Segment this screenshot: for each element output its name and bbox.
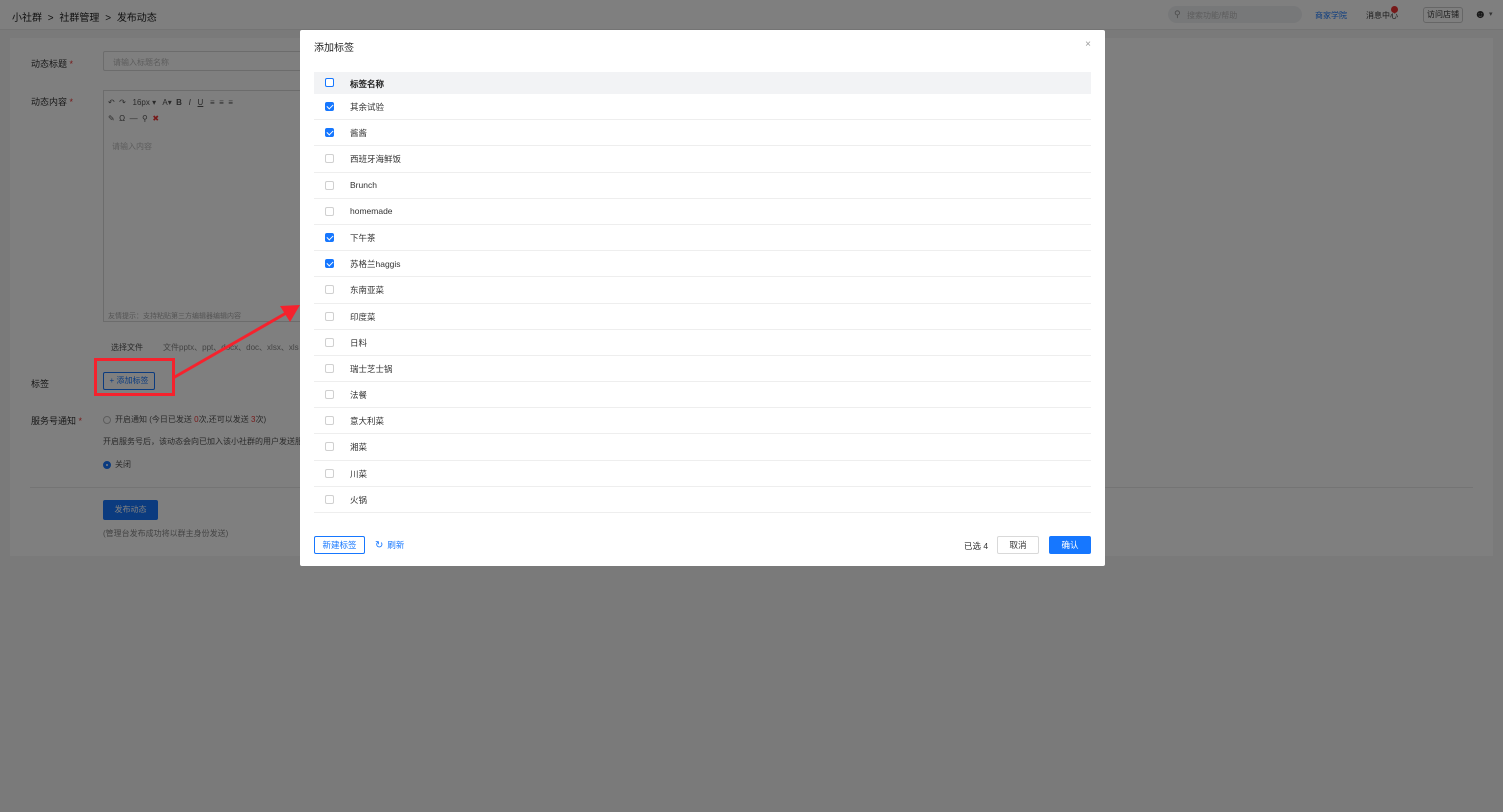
table-row[interactable]: 其余试验 [314,94,1091,121]
tag-name: 瑞士芝士锅 [350,363,393,374]
cancel-button[interactable]: 取消 [997,536,1039,554]
tag-name: Brunch [350,179,377,190]
tag-name: 西班牙海鲜饭 [350,154,402,165]
table-row[interactable]: 下午茶 [314,225,1091,252]
table-row[interactable]: 日料 [314,330,1091,356]
table-row[interactable]: 酱酱 [314,120,1091,147]
table-row[interactable]: 火锅 [314,487,1091,513]
tag-name: 苏格兰haggis [350,259,401,270]
tag-name: 酱酱 [350,128,368,139]
refresh-label: 刷新 [387,540,405,550]
tag-name: 印度菜 [350,311,376,322]
tag-checkbox[interactable] [325,232,334,242]
table-row[interactable]: homemade [314,199,1091,225]
tag-name: 川菜 [350,468,368,479]
table-row[interactable]: Brunch [314,173,1091,199]
tag-name: 意大利菜 [350,416,385,427]
tag-checkbox[interactable] [325,442,334,452]
table-row[interactable]: 意大利菜 [314,408,1091,435]
table-row[interactable]: 瑞士芝士锅 [314,356,1091,383]
tag-checkbox[interactable] [325,259,334,269]
tag-checkbox[interactable] [325,180,334,190]
tag-name: 法餐 [350,390,368,401]
close-icon[interactable]: × [1085,39,1091,50]
table-row[interactable]: 湘菜 [314,434,1091,461]
tag-checkbox[interactable] [325,311,334,321]
tag-name: 日料 [350,337,368,348]
tag-name: 火锅 [350,494,368,505]
tag-checkbox[interactable] [325,285,334,295]
tag-checkbox[interactable] [325,494,334,504]
tag-checkbox[interactable] [325,128,334,138]
tag-checkbox[interactable] [325,390,334,400]
table-row[interactable]: 西班牙海鲜饭 [314,146,1091,173]
selected-count: 已选 4 [964,541,989,551]
column-header-tag-name: 标签名称 [350,79,385,89]
tag-checkbox[interactable] [325,102,334,111]
dialog-title: 添加标签 [314,43,354,54]
table-row[interactable]: 苏格兰haggis [314,251,1091,278]
tag-table: 标签名称 其余试验酱酱西班牙海鲜饭 Brunch homemade 下午茶苏格兰hag… [314,72,1091,513]
tag-name: homemade [350,205,393,216]
tag-name: 湘菜 [350,442,368,453]
confirm-button[interactable]: 确认 [1049,536,1091,554]
add-tag-dialog: 添加标签 × 标签名称 其余试验酱酱西班牙海鲜饭 Brunch homemade 下午… [300,30,1105,566]
tag-rows: 其余试验酱酱西班牙海鲜饭 Brunch homemade 下午茶苏格兰haggis 东南… [314,94,1091,513]
tag-checkbox[interactable] [325,337,334,347]
tag-name: 东南亚菜 [350,285,385,296]
highlight-box [94,358,175,396]
refresh-icon: ↻ [375,540,384,551]
table-row[interactable]: 川菜 [314,461,1091,487]
tag-checkbox[interactable] [325,206,334,216]
refresh-button[interactable]: ↻ 刷新 [375,539,404,551]
tag-checkbox[interactable] [325,154,334,164]
select-all-checkbox[interactable] [325,78,334,87]
table-header: 标签名称 [314,72,1091,94]
table-row[interactable]: 印度菜 [314,304,1091,330]
new-tag-button[interactable]: 新建标签 [314,536,365,554]
tag-checkbox[interactable] [325,468,334,478]
tag-name: 其余试验 [350,102,385,112]
table-row[interactable]: 东南亚菜 [314,277,1091,304]
table-row[interactable]: 法餐 [314,382,1091,409]
tag-checkbox[interactable] [325,416,334,426]
tag-checkbox[interactable] [325,363,334,373]
tag-name: 下午茶 [350,232,376,243]
